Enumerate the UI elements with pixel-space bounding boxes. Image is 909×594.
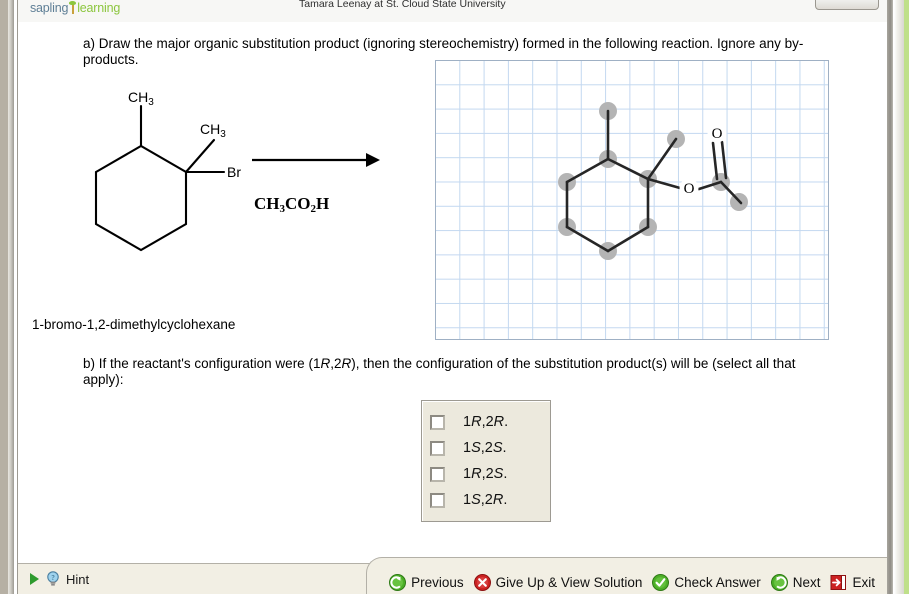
logo-text-learning: learning (77, 1, 121, 15)
question-part-b-config2: R (341, 356, 352, 371)
answer-option-row[interactable]: 1R,2R. (430, 409, 540, 435)
page-surface: sapling learning This question has been c… (18, 0, 887, 594)
lightbulb-icon: ? (46, 571, 60, 587)
opt1-cfg1: R (471, 414, 482, 430)
answer-option-1-label: 1R,2R. (463, 414, 508, 430)
opt4-cfg2: R (492, 492, 504, 508)
customization-note-line2: Tamara Leenay at St. Cloud State Univers… (299, 0, 506, 10)
next-button-label: Next (792, 575, 821, 590)
tree-icon (69, 1, 77, 14)
opt1-cfg2: R (493, 414, 505, 430)
opt1-end: . (504, 414, 509, 430)
hint-label: Hint (66, 571, 90, 587)
sapling-learning-logo[interactable]: sapling learning (30, 1, 120, 15)
opt2-num2: ,2 (480, 440, 493, 456)
header-corner-button[interactable] (815, 0, 879, 10)
answer-option-3-label: 1R,2S. (463, 466, 507, 482)
opt3-num1: 1 (463, 466, 472, 482)
opt2-cfg2: S (492, 440, 503, 456)
bottom-toolbar: ? Hint Previous Give Up & View Solution … (18, 546, 887, 594)
opt2-cfg1: S (471, 440, 481, 456)
check-answer-button-label: Check Answer (674, 575, 761, 590)
logo-text-sapling: sapling (30, 1, 69, 15)
reaction-arrow (252, 153, 380, 167)
question-part-b-pre: b) If the reactant's configuration were … (83, 356, 321, 371)
reactant-name-label: 1-bromo-1,2-dimethylcyclohexane (32, 317, 236, 332)
answer-option-row[interactable]: 1R,2S. (430, 461, 540, 487)
answer-option-4-label: 1S,2R. (463, 492, 507, 508)
window-frame-left (0, 0, 8, 594)
molecule-drawing-canvas[interactable]: O O (435, 60, 829, 340)
carbonyl-oxygen-label: O (712, 126, 723, 142)
question-part-b-config1: R (320, 356, 331, 371)
exit-door-icon (830, 574, 847, 591)
next-button[interactable]: Next (770, 574, 821, 591)
navigation-buttons: Previous Give Up & View Solution Check A… (389, 574, 875, 591)
opt4-num1: 1 (463, 492, 472, 508)
x-circle-icon (473, 574, 491, 591)
checkbox-option-1[interactable] (430, 414, 445, 430)
forward-arrow-circle-icon (770, 574, 788, 591)
give-up-button[interactable]: Give Up & View Solution (473, 574, 643, 591)
previous-button[interactable]: Previous (389, 574, 464, 591)
answer-option-row[interactable]: 1S,2R. (430, 487, 540, 513)
opt2-num1: 1 (463, 440, 472, 456)
reagent-h: H (316, 194, 330, 213)
previous-button-label: Previous (411, 575, 464, 590)
question-part-b-mid: ,2 (330, 356, 342, 371)
checkbox-option-3[interactable] (430, 466, 445, 482)
exit-button-label: Exit (852, 575, 875, 590)
window-scrollbar-track[interactable] (893, 0, 904, 594)
opt1-num1: 1 (463, 414, 472, 430)
check-circle-icon (652, 574, 670, 591)
checkbox-option-2[interactable] (430, 440, 445, 456)
opt3-end: . (503, 466, 508, 482)
methyl-right-label: CH3 (200, 121, 226, 140)
question-content: a) Draw the major organic substitution p… (18, 22, 887, 546)
customization-note: This question has been customized by Tam… (299, 0, 619, 10)
sapling-learning-question-page: sapling learning This question has been c… (0, 0, 909, 594)
svg-text:?: ? (51, 574, 54, 582)
question-part-b-text: b) If the reactant's configuration were … (83, 356, 823, 388)
hint-button[interactable]: ? Hint (30, 568, 89, 590)
exit-button[interactable]: Exit (830, 574, 875, 591)
bromine-label: Br (227, 164, 241, 180)
opt1-num2: ,2 (481, 414, 494, 430)
answer-option-row[interactable]: 1S,2S. (430, 435, 540, 461)
checkbox-option-4[interactable] (430, 492, 445, 508)
back-arrow-circle-icon (389, 574, 407, 591)
opt3-num2: ,2 (481, 466, 494, 482)
page-header: sapling learning This question has been c… (18, 0, 887, 23)
check-answer-button[interactable]: Check Answer (652, 574, 761, 591)
opt2-end: . (502, 440, 507, 456)
opt3-cfg1: R (471, 466, 482, 482)
opt4-end: . (503, 492, 508, 508)
ester-oxygen-label: O (684, 181, 695, 197)
opt4-cfg1: S (471, 492, 481, 508)
drawn-product-structure[interactable]: O O (436, 61, 828, 339)
reagent-ch: CH (254, 194, 280, 213)
opt3-cfg2: S (493, 466, 504, 482)
reagent-label: CH3CO2H (254, 194, 329, 215)
play-triangle-icon (30, 573, 39, 585)
window-frame-right-accent (904, 0, 909, 594)
give-up-button-label: Give Up & View Solution (495, 575, 643, 590)
answer-option-2-label: 1S,2S. (463, 440, 507, 456)
reagent-co: CO (285, 194, 311, 213)
opt4-num2: ,2 (480, 492, 493, 508)
answer-options-panel: 1R,2R. 1S,2S. 1R,2S. 1S,2R. (421, 400, 551, 522)
